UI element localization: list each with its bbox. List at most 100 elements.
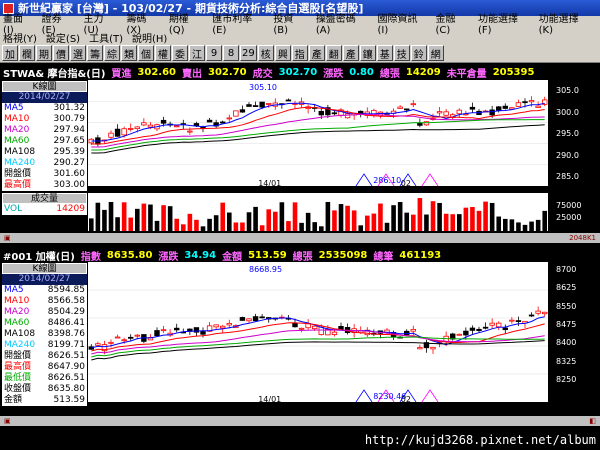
menu-item-9[interactable]: 金融(C) <box>435 10 469 36</box>
toolbar-button-8[interactable]: 個 <box>138 45 154 61</box>
p2-legend-name-0: MA5 <box>4 285 24 295</box>
toolbar-button-10[interactable]: 委 <box>172 45 188 61</box>
p1-candle <box>443 111 449 116</box>
p1-vol-bar <box>227 212 232 231</box>
toolbar-button-20[interactable]: 產 <box>342 45 359 61</box>
p1-candle <box>318 110 324 116</box>
p2-legend-value-6: 8626.51 <box>47 351 85 361</box>
p2-legend-name-6: 開盤價 <box>4 351 32 361</box>
legend-title-2[interactable]: K線圖 <box>2 263 87 274</box>
p2-legend-name-9: 收盤價 <box>4 384 32 394</box>
toolbar-button-3[interactable]: 價 <box>53 45 69 61</box>
p1-vol-bar <box>404 212 410 231</box>
p1-candle <box>522 101 528 104</box>
p1-vol-bar <box>279 202 285 231</box>
p1-vol-bar <box>358 225 364 231</box>
vol-label-2: 總張 <box>292 252 313 263</box>
p1-candle <box>259 101 265 108</box>
menu-item-2-1[interactable]: 設定(S) <box>46 30 80 45</box>
menu-item-2-0[interactable]: 格視(Y) <box>3 30 37 45</box>
menu-item-6[interactable]: 投資(B) <box>273 10 306 36</box>
vol-value-2: 2535098 <box>318 250 368 261</box>
menu-item-7[interactable]: 操盤密碼(A) <box>316 10 369 36</box>
toolbar-button-16[interactable]: 興 <box>274 45 291 61</box>
p2-legend-row-7: 最高價 8647.90 <box>2 362 87 373</box>
toolbar-button-0[interactable]: 加 <box>2 45 18 61</box>
p2-candle <box>213 324 219 328</box>
toolbar-button-19[interactable]: 翻 <box>325 45 342 61</box>
panel2-candle-chart[interactable]: 8668.958230.4614/01 02 <box>88 262 548 402</box>
p1-vol-bar <box>542 210 548 231</box>
p1-vol-bar <box>187 213 193 231</box>
toolbar-button-14[interactable]: 29 <box>240 45 257 61</box>
toolbar-button-17[interactable]: 指 <box>291 45 308 61</box>
toolbar-button-6[interactable]: 綜 <box>104 45 120 61</box>
toolbar-button-18[interactable]: 產 <box>308 45 325 61</box>
toolbar-button-25[interactable]: 網 <box>427 45 444 61</box>
panel2-symbol[interactable]: #001 加權(日) <box>3 248 75 263</box>
p1-candle <box>344 113 351 119</box>
p2-scale-tick-6: 8250 <box>556 375 577 384</box>
p2-legend-value-3: 8486.41 <box>47 318 85 328</box>
p1-vol-bar <box>286 221 291 231</box>
p1-candle <box>220 121 226 124</box>
p1-candle <box>515 102 522 107</box>
toolbar-button-23[interactable]: 技 <box>393 45 410 61</box>
p2-candle <box>259 316 265 319</box>
p1-legend-name-7: 最高價 <box>4 180 32 190</box>
p1-vol-bar <box>522 224 528 231</box>
menu-item-11[interactable]: 功能選擇(K) <box>539 10 591 36</box>
p1-vol-bar <box>378 203 383 231</box>
toolbar-button-9[interactable]: 權 <box>155 45 171 61</box>
legend-title[interactable]: K線圖 <box>2 81 87 92</box>
toolbar-button-24[interactable]: 鈴 <box>410 45 427 61</box>
p1-vol-bar <box>213 215 219 231</box>
toolbar-button-4[interactable]: 選 <box>70 45 86 61</box>
change-value-2: 34.94 <box>184 250 217 261</box>
toolbar-button-13[interactable]: 8 <box>223 45 239 61</box>
p1-vol-bar <box>161 205 166 231</box>
p1-vol-bar <box>299 222 304 231</box>
panel1-candle-chart[interactable]: 305.10286.1014/01 02 <box>88 80 548 186</box>
toolbar-button-11[interactable]: 江 <box>189 45 205 61</box>
toolbar-button-5[interactable]: 籌 <box>87 45 103 61</box>
toolbar-button-2[interactable]: 期 <box>36 45 52 61</box>
deal-value: 302.70 <box>278 67 318 78</box>
p1-vol-bar <box>128 217 134 231</box>
p1-vol-bar <box>115 217 120 231</box>
menu-item-2-3[interactable]: 說明(H) <box>132 30 167 45</box>
bottom-bar: http://kujd3268.pixnet.net/album <box>0 430 600 450</box>
toolbar-button-22[interactable]: 基 <box>376 45 393 61</box>
panel2-status-left: ▣ <box>4 417 11 425</box>
p2-candle <box>95 343 101 346</box>
toolbar-button-7[interactable]: 類 <box>121 45 137 61</box>
panel1-volume-chart[interactable] <box>88 193 548 231</box>
p1-candle <box>266 103 272 105</box>
p1-vol-bar <box>437 202 442 231</box>
p1-vol-bar <box>167 206 173 231</box>
menu-item-8[interactable]: 國際資訊(I) <box>378 10 427 36</box>
menu-item-2-2[interactable]: 工具(T) <box>89 30 123 45</box>
toolbar-button-15[interactable]: 核 <box>257 45 274 61</box>
menu-item-10[interactable]: 功能選擇(F) <box>478 10 530 36</box>
toolbar-button-21[interactable]: 鑲 <box>359 45 376 61</box>
p2-candle <box>114 336 121 339</box>
p1-high-label: 305.10 <box>249 83 277 92</box>
p1-legend-value-7: 303.00 <box>53 180 86 190</box>
panel1-symbol[interactable]: STWA& 摩台指&(日) <box>3 65 105 80</box>
p1-vol-bar <box>135 208 140 231</box>
p2-candle <box>482 326 489 329</box>
menu-item-5[interactable]: 匯市利率(E) <box>212 10 264 36</box>
toolbar-button-12[interactable]: 9 <box>206 45 222 61</box>
toolbar-button-1[interactable]: 欄 <box>19 45 35 61</box>
count-label: 總筆 <box>373 252 394 263</box>
p1-vol-bar <box>259 225 265 231</box>
p1-candle <box>121 128 127 136</box>
p1-vol-bar <box>253 206 258 231</box>
menu-item-4[interactable]: 期權(Q) <box>169 10 203 36</box>
p1-vol-bar <box>384 222 390 231</box>
p1-vol-bar <box>397 202 403 231</box>
panel1-status-code: 2048K1 <box>569 234 596 242</box>
p1-vol-bar <box>148 204 153 231</box>
p1-candle <box>187 130 193 133</box>
